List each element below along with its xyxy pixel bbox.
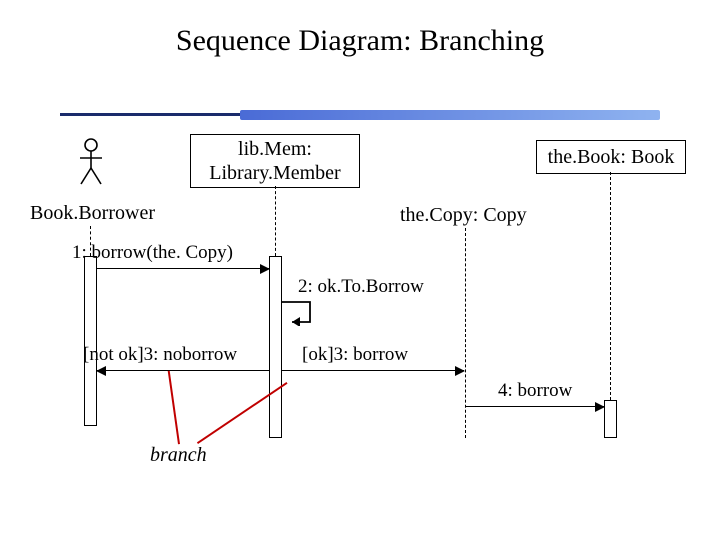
lifeline-book: [610, 172, 611, 400]
sequence-stage: Book.Borrower lib.Mem: Library.Member th…: [0, 128, 720, 498]
branch-line-left: [168, 371, 180, 445]
msg4-label: 4: borrow: [498, 380, 572, 402]
object-thebook-label: the.Book: Book: [548, 146, 675, 168]
msg3a-label: [not ok]3: noborrow: [83, 344, 237, 366]
lifeline-libmem: [275, 186, 276, 256]
actor-icon: [78, 138, 104, 191]
msg3a-arrow: [97, 370, 269, 371]
msg2-arrow: [282, 300, 322, 331]
actor-label: Book.Borrower: [30, 202, 155, 225]
object-libmem-label: lib.Mem: Library.Member: [209, 138, 340, 184]
activation-book: [604, 400, 617, 438]
msg3b-label: [ok]3: borrow: [302, 344, 408, 366]
msg2-label: 2: ok.To.Borrow: [298, 276, 424, 298]
object-thebook: the.Book: Book: [536, 140, 686, 174]
annotation-branch: branch: [150, 444, 207, 467]
msg1-label: 1: borrow(the. Copy): [72, 242, 233, 264]
msg1-arrow: [97, 268, 269, 269]
object-libmem: lib.Mem: Library.Member: [190, 134, 360, 188]
activation-libmem: [269, 256, 282, 438]
msg3b-arrow: [282, 370, 464, 371]
object-thecopy-label: the.Copy: Copy: [400, 204, 527, 227]
underline-rule: [60, 110, 660, 120]
msg4-arrow: [466, 406, 604, 407]
diagram-title: Sequence Diagram: Branching: [0, 0, 720, 58]
activation-actor: [84, 256, 97, 426]
